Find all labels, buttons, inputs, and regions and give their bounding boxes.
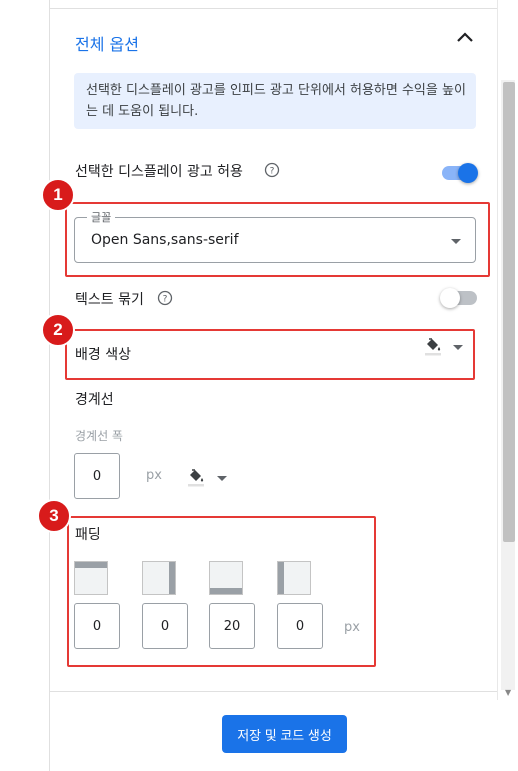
- chevron-up-icon[interactable]: [455, 28, 475, 48]
- highlight-box-font: [65, 202, 490, 277]
- allow-display-ads-label: 선택한 디스플레이 광고 허용: [75, 164, 243, 180]
- annotation-badge-3: 3: [37, 499, 71, 533]
- toggle-knob: [458, 163, 478, 183]
- panel-left-border: [49, 0, 50, 771]
- dropdown-arrow-icon[interactable]: [217, 476, 227, 481]
- highlight-box-padding: [67, 516, 376, 667]
- help-icon[interactable]: ?: [264, 162, 280, 178]
- annotation-badge-2: 2: [41, 313, 75, 347]
- svg-text:?: ?: [163, 295, 168, 305]
- border-width-label: 경계선 폭: [75, 429, 123, 443]
- panel-top-divider: [49, 8, 497, 9]
- scroll-down-arrow-icon[interactable]: ▼: [505, 688, 511, 697]
- highlight-box-background: [65, 329, 475, 380]
- panel-right-border: [497, 0, 498, 700]
- annotation-badge-1: 1: [41, 178, 75, 212]
- svg-text:?: ?: [270, 167, 275, 177]
- panel-bottom-divider: [49, 691, 497, 692]
- save-and-generate-code-button[interactable]: 저장 및 코드 생성: [222, 715, 347, 753]
- help-icon[interactable]: ?: [157, 290, 173, 306]
- paint-bucket-icon[interactable]: [186, 466, 206, 488]
- border-width-input[interactable]: 0: [74, 453, 120, 499]
- toggle-knob: [440, 288, 460, 308]
- allow-display-ads-toggle[interactable]: [442, 163, 478, 183]
- text-wrap-toggle[interactable]: [440, 288, 478, 308]
- border-label: 경계선: [75, 392, 114, 408]
- section-title: 전체 옵션: [75, 35, 139, 54]
- info-text: 선택한 디스플레이 광고를 인피드 광고 단위에서 허용하면 수익을 높이는 데…: [86, 83, 466, 119]
- border-width-unit: px: [146, 468, 162, 483]
- text-wrap-label: 텍스트 묶기: [75, 292, 144, 308]
- scrollbar-thumb[interactable]: [503, 82, 515, 542]
